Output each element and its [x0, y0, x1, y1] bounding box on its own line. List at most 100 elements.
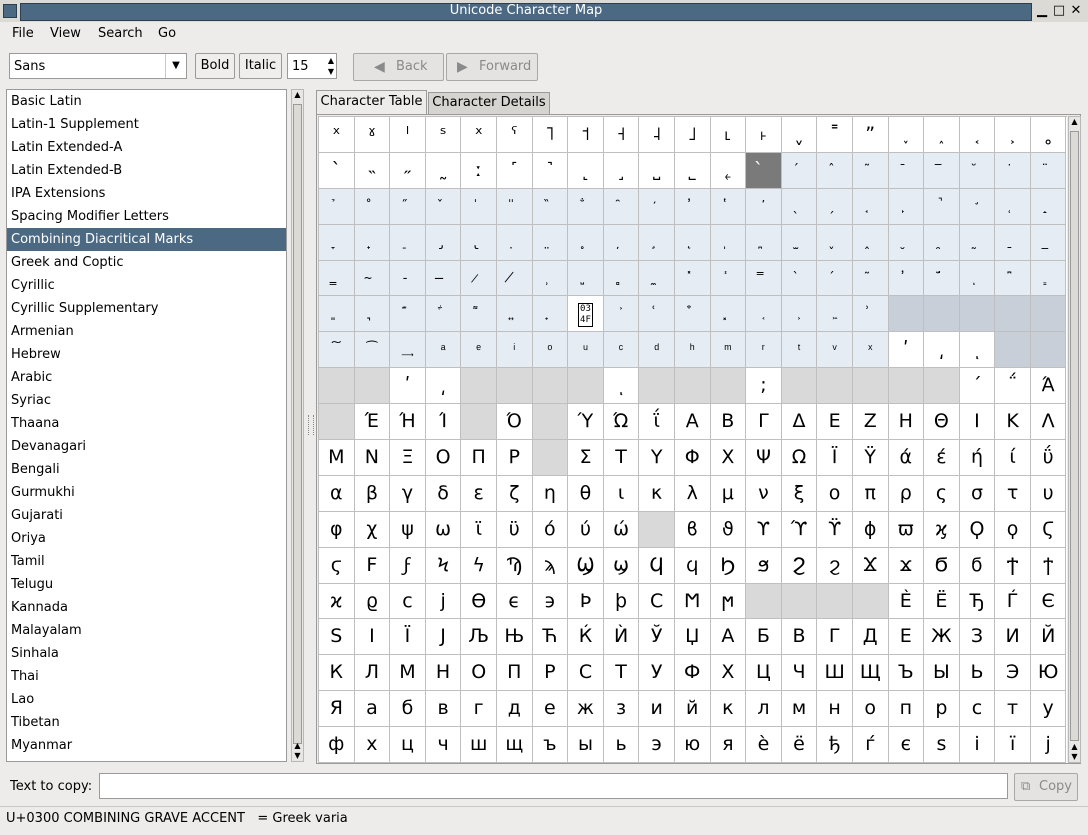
character-cell[interactable]: ͤ	[461, 332, 497, 369]
character-cell[interactable]: г	[461, 691, 497, 728]
character-cell[interactable]: ̷	[461, 260, 497, 297]
character-cell[interactable]: ː	[461, 152, 497, 189]
character-cell[interactable]: ͊	[390, 296, 426, 333]
character-cell[interactable]: ϖ	[888, 511, 925, 548]
character-cell[interactable]: ̊	[354, 188, 391, 225]
character-cell[interactable]: с	[959, 691, 996, 728]
character-cell[interactable]: ͂	[852, 260, 889, 297]
character-cell[interactable]: Ў	[639, 619, 675, 656]
character-cell[interactable]: Έ	[354, 404, 391, 441]
character-cell[interactable]: ͢	[390, 332, 426, 369]
unassigned-cell[interactable]	[674, 368, 711, 405]
unassigned-cell[interactable]	[496, 368, 533, 405]
character-cell[interactable]: ̇	[995, 152, 1031, 189]
character-cell[interactable]: ˵	[354, 152, 391, 189]
character-cell[interactable]: ѓ	[852, 727, 889, 763]
character-cell[interactable]: ͵	[425, 368, 462, 405]
character-cell[interactable]: ξ	[781, 475, 818, 512]
character-cell[interactable]: ̦	[603, 224, 640, 261]
character-cell[interactable]: ̎	[496, 188, 533, 225]
character-cell[interactable]: ϩ	[817, 547, 853, 584]
character-cell[interactable]: Ь	[959, 655, 996, 692]
character-cell[interactable]: і	[959, 727, 996, 763]
close-icon[interactable]: ✕	[1068, 3, 1084, 19]
character-cell[interactable]: Ϥ	[639, 547, 675, 584]
character-cell[interactable]: ψ	[390, 511, 426, 548]
menu-view[interactable]: View	[50, 26, 81, 41]
character-cell[interactable]: Ο	[425, 440, 462, 476]
character-cell[interactable]: ̋	[390, 188, 426, 225]
character-cell[interactable]: ̿	[746, 260, 782, 297]
character-cell[interactable]: υ	[1030, 475, 1067, 512]
character-cell[interactable]: ё	[781, 727, 818, 763]
character-cell[interactable]: Ф	[674, 655, 711, 692]
italic-toggle[interactable]: Italic	[239, 53, 282, 79]
unassigned-cell[interactable]	[995, 296, 1031, 333]
character-cell[interactable]: ђ	[817, 727, 853, 763]
character-cell[interactable]: о	[852, 691, 889, 728]
character-cell[interactable]: ̛	[959, 188, 996, 225]
window-menu-icon[interactable]	[3, 4, 17, 18]
character-cell[interactable]: т	[995, 691, 1031, 728]
character-cell[interactable]: ή	[959, 440, 996, 476]
character-cell[interactable]: ϣ	[603, 547, 640, 584]
block-list-item[interactable]: Tamil	[7, 550, 286, 573]
character-cell[interactable]: ˬ	[781, 117, 818, 153]
character-cell[interactable]: д	[496, 691, 533, 728]
character-cell[interactable]: ̠	[390, 224, 426, 261]
block-list-item[interactable]: Kannada	[7, 596, 286, 619]
character-cell[interactable]: Ϲ	[639, 583, 675, 620]
character-cell[interactable]: ̒	[639, 188, 675, 225]
character-cell[interactable]: ́	[781, 152, 818, 189]
character-cell[interactable]: ͆	[995, 260, 1031, 297]
character-cell[interactable]: ϴ	[461, 583, 497, 620]
character-cell[interactable]: в	[425, 691, 462, 728]
character-cell[interactable]: Ї	[390, 619, 426, 656]
maximize-icon[interactable]: □	[1051, 3, 1067, 19]
character-cell[interactable]: ͇	[1030, 260, 1067, 297]
block-list-item[interactable]: Thaana	[7, 412, 286, 435]
scroll-down-icon[interactable]: ▼	[1069, 752, 1080, 762]
character-cell[interactable]: ͵	[924, 332, 960, 369]
block-list-item[interactable]: Malayalam	[7, 619, 286, 642]
scroll-up-icon[interactable]: ▲	[292, 741, 303, 751]
unassigned-cell[interactable]	[852, 583, 889, 620]
character-cell[interactable]: ̸	[496, 260, 533, 297]
character-cell[interactable]: ˮ	[852, 117, 889, 153]
character-cell[interactable]: ϛ	[319, 547, 355, 584]
character-cell[interactable]: ̣	[496, 224, 533, 261]
block-list-item[interactable]: Tibetan	[7, 711, 286, 734]
character-cell[interactable]: ̯	[924, 224, 960, 261]
scroll-up-icon[interactable]: ▲	[1069, 117, 1080, 127]
character-cell[interactable]: Μ	[319, 440, 355, 476]
character-cell[interactable]: Ё	[924, 583, 960, 620]
character-cell[interactable]: ί	[995, 440, 1031, 476]
character-cell[interactable]: ̝	[1030, 188, 1067, 225]
character-cell[interactable]: ̈	[1030, 152, 1067, 189]
character-cell[interactable]: ˱	[959, 117, 996, 153]
unicode-block-list[interactable]: Basic Latin Latin-1 Supplement Latin Exten…	[6, 89, 287, 762]
character-cell[interactable]: Ϝ	[354, 547, 391, 584]
character-cell[interactable]: ј	[1030, 727, 1067, 763]
character-cell[interactable]: Х	[710, 655, 747, 692]
character-cell[interactable]: ˣ	[319, 117, 355, 153]
character-cell[interactable]: ̡	[425, 224, 462, 261]
character-cell[interactable]: Χ	[710, 440, 747, 476]
character-cell[interactable]: ̵	[390, 260, 426, 297]
character-cell[interactable]: ͉	[354, 296, 391, 333]
block-list-item[interactable]: Devanagari	[7, 435, 286, 458]
character-cell[interactable]: ͧ	[568, 332, 604, 369]
character-cell[interactable]: ̜	[995, 188, 1031, 225]
character-cell[interactable]: Ы	[924, 655, 960, 692]
character-cell[interactable]: α	[319, 475, 355, 512]
character-cell[interactable]: ж	[568, 691, 604, 728]
character-cell[interactable]: ˢ	[425, 117, 462, 153]
character-cell[interactable]: В	[781, 619, 818, 656]
character-cell[interactable]: ͭ	[781, 332, 818, 369]
character-cell[interactable]: ̭	[852, 224, 889, 261]
character-cell[interactable]: ̗	[817, 188, 853, 225]
character-cell[interactable]: а	[354, 691, 391, 728]
character-cell[interactable]: δ	[425, 475, 462, 512]
block-list-item[interactable]: Georgian	[7, 757, 286, 761]
scroll-down-icon[interactable]: ▼	[292, 751, 303, 761]
